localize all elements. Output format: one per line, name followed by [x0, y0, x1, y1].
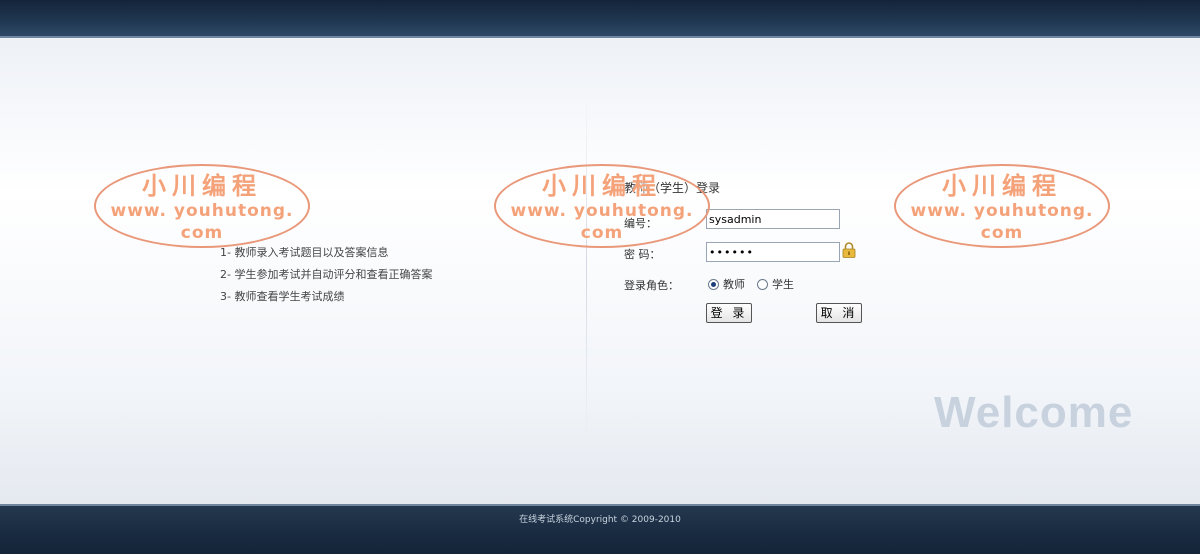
- login-page: 1- 教师录入考试题目以及答案信息 2- 学生参加考试并自动评分和查看正确答案 …: [0, 0, 1200, 554]
- role-option-teacher-label: 教师: [723, 278, 745, 291]
- password-label: 密 码：: [624, 248, 661, 261]
- feature-list: 1- 教师录入考试题目以及答案信息 2- 学生参加考试并自动评分和查看正确答案 …: [220, 242, 432, 308]
- watermark-stamp: 小川编程 www. youhutong. com: [94, 164, 310, 248]
- id-input[interactable]: [706, 209, 840, 229]
- feature-item: 1- 教师录入考试题目以及答案信息: [220, 246, 389, 259]
- role-radio-student[interactable]: [757, 278, 768, 290]
- feature-item: 2- 学生参加考试并自动评分和查看正确答案: [220, 268, 433, 281]
- center-divider: [586, 90, 587, 440]
- role-label: 登录角色：: [624, 279, 679, 292]
- top-header-bar: [0, 0, 1200, 38]
- watermark-stamp: 小川编程 www. youhutong. com: [494, 164, 710, 248]
- watermark-line2: www. youhutong. com: [510, 201, 694, 243]
- feature-item: 3- 教师查看学生考试成绩: [220, 290, 345, 303]
- password-input[interactable]: [706, 242, 840, 262]
- role-radio-group: 教师 学生: [708, 276, 794, 292]
- lock-icon: [842, 242, 856, 258]
- cancel-button[interactable]: 取 消: [816, 303, 862, 323]
- role-radio-teacher[interactable]: [708, 278, 719, 290]
- footer-bar: 在线考试系统Copyright © 2009-2010: [0, 504, 1200, 554]
- watermark-line1: 小川编程: [942, 171, 1062, 200]
- watermark-line1: 小川编程: [542, 171, 662, 200]
- role-option-student-label: 学生: [772, 278, 794, 291]
- welcome-text: Welcome: [934, 388, 1134, 437]
- copyright-text: 在线考试系统Copyright © 2009-2010: [519, 515, 681, 525]
- watermark-line2: www. youhutong. com: [110, 201, 294, 243]
- watermark-stamp: 小川编程 www. youhutong. com: [894, 164, 1110, 248]
- login-button[interactable]: 登 录: [706, 303, 752, 323]
- watermark-line2: www. youhutong. com: [910, 201, 1094, 243]
- watermark-line1: 小川编程: [142, 171, 262, 200]
